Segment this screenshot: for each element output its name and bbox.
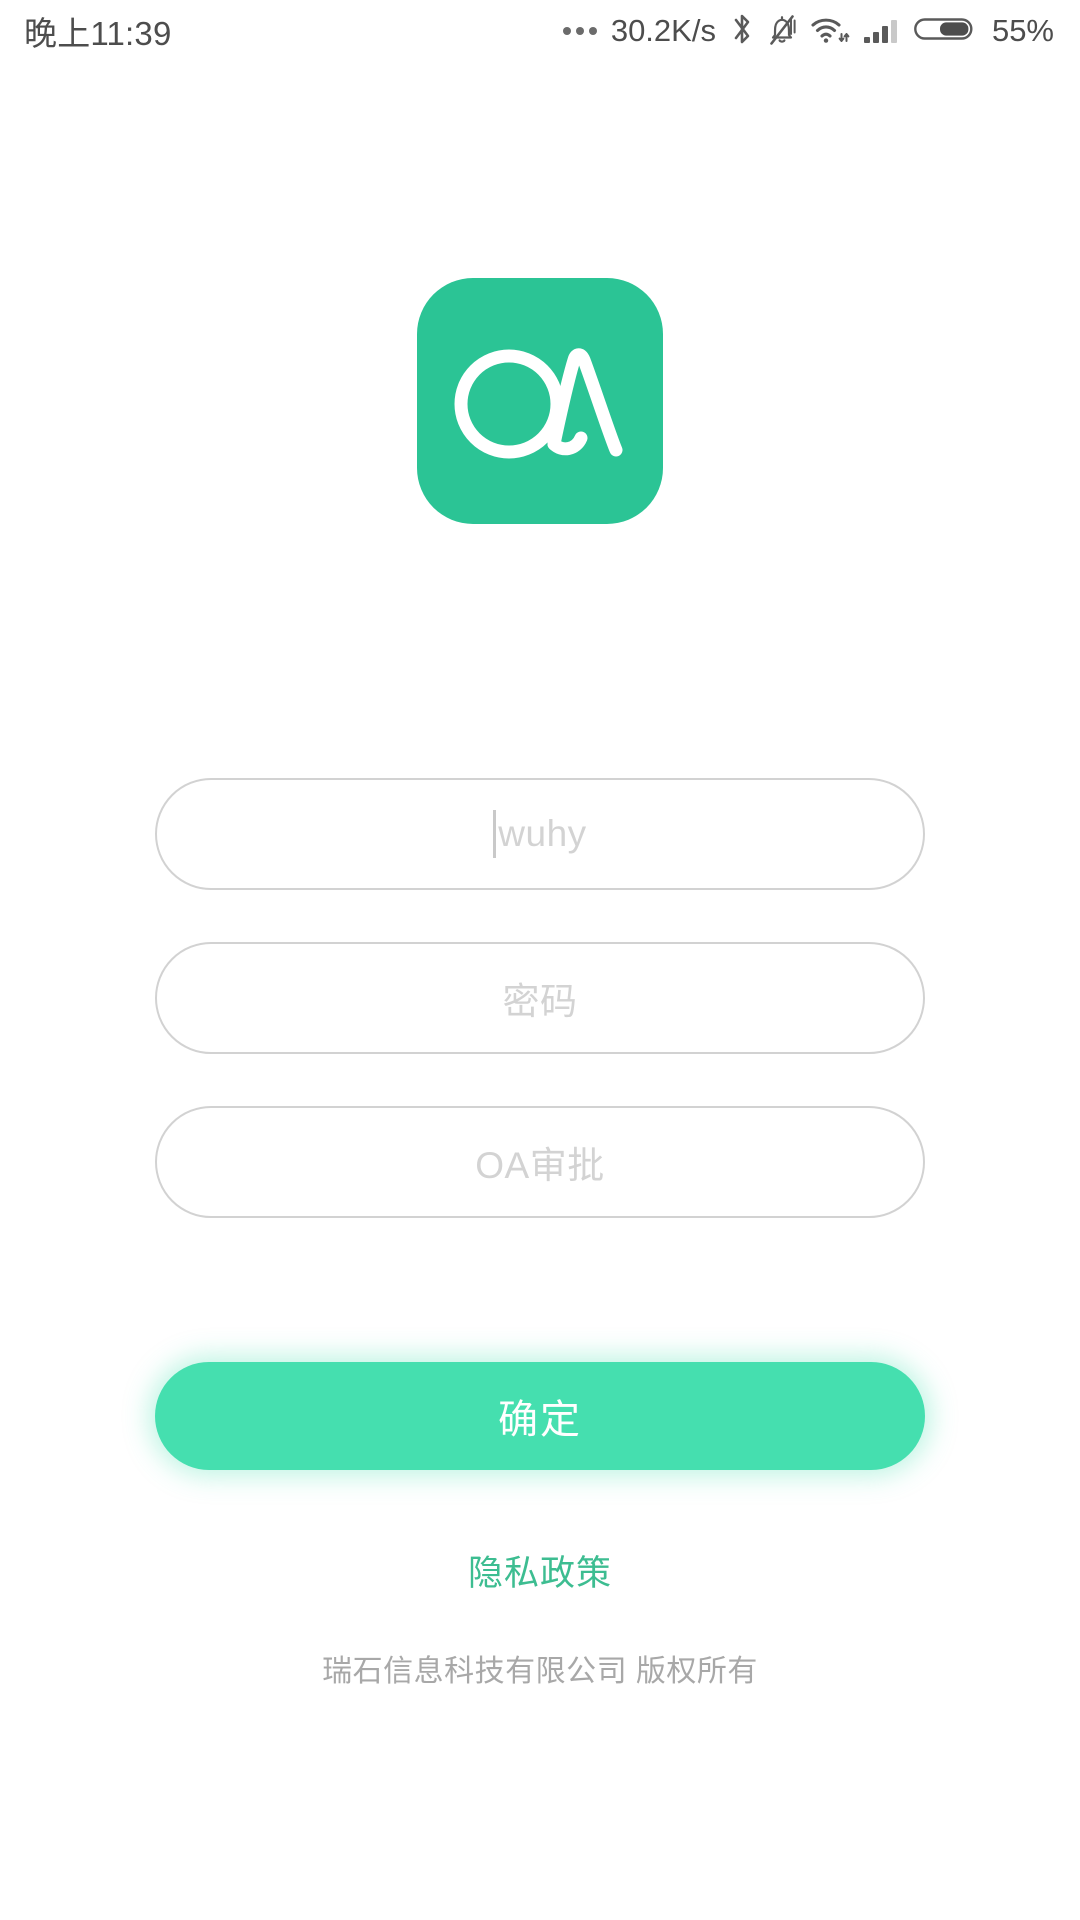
text-caret bbox=[493, 810, 497, 858]
wifi-icon bbox=[810, 11, 850, 52]
login-form: wuhy 密码 OA审批 bbox=[155, 778, 925, 1270]
logo-container bbox=[0, 278, 1080, 524]
cellular-signal-icon bbox=[862, 11, 902, 52]
bluetooth-icon bbox=[730, 11, 754, 52]
username-input[interactable]: wuhy bbox=[155, 778, 925, 890]
bell-muted-icon bbox=[766, 11, 798, 52]
oa-app-logo bbox=[417, 278, 663, 524]
username-input-text: wuhy bbox=[493, 810, 586, 858]
password-input[interactable]: 密码 bbox=[155, 942, 925, 1054]
footer: 隐私政策 瑞石信息科技有限公司 版权所有 bbox=[0, 1545, 1080, 1690]
battery-percent-label: 55% bbox=[991, 13, 1054, 48]
status-bar-indicators: 30.2K/s 55% bbox=[562, 11, 1054, 52]
server-input-placeholder: OA审批 bbox=[475, 1145, 605, 1186]
username-input-value: wuhy bbox=[498, 813, 587, 854]
submit-container: 确定 bbox=[0, 1362, 1080, 1470]
battery-icon bbox=[914, 11, 976, 52]
password-input-placeholder: 密码 bbox=[502, 981, 578, 1022]
privacy-policy-link[interactable]: 隐私政策 bbox=[468, 1545, 612, 1596]
network-speed-label: 30.2K/s bbox=[610, 13, 716, 48]
status-bar: 晚上11:39 30.2K/s 55% bbox=[0, 0, 1080, 62]
server-input[interactable]: OA审批 bbox=[155, 1106, 925, 1218]
copyright-text: 瑞石信息科技有限公司 版权所有 bbox=[322, 1655, 758, 1688]
confirm-button[interactable]: 确定 bbox=[155, 1362, 925, 1470]
status-bar-time: 晚上11:39 bbox=[24, 15, 172, 52]
more-dots-icon bbox=[562, 27, 597, 35]
